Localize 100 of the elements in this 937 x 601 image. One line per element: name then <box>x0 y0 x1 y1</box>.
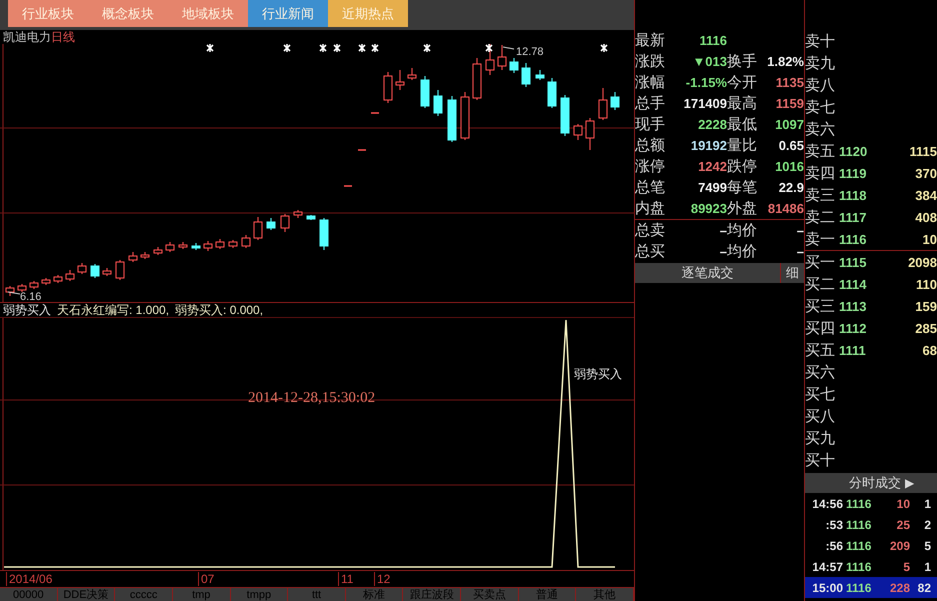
trade-count: 5 <box>923 538 931 552</box>
time-trades-header: 分时成交 <box>849 474 901 492</box>
asterisk-marker-icon <box>485 44 493 52</box>
order-volume: 10 <box>922 232 937 246</box>
candle <box>18 284 26 292</box>
candle <box>128 252 138 262</box>
date-axis-label: 12 <box>374 572 390 586</box>
timestamp-text: 2014-12-28,15:30:02 <box>248 390 376 406</box>
indicator-tab[interactable]: 00000 <box>0 588 58 601</box>
asterisk-marker-icon <box>206 44 214 52</box>
asterisk-marker-icon <box>371 44 379 52</box>
quote-value: 89923 <box>690 201 727 216</box>
quote-value: 171409 <box>682 96 727 111</box>
candle <box>434 90 442 116</box>
candle <box>42 278 50 286</box>
quote-label: 涨停 <box>635 157 666 176</box>
candle <box>166 242 174 252</box>
expand-arrow-button[interactable]: ▶ <box>905 476 914 490</box>
indicator-tab[interactable]: DDE决策 <box>58 588 116 601</box>
candle <box>242 234 250 248</box>
trade-row[interactable]: :56 1116 209 5 <box>805 535 937 556</box>
order-level-label: 买一 <box>805 252 836 272</box>
quote-label: 总买 <box>635 242 666 261</box>
quote-value: 1016 <box>774 159 804 174</box>
trade-time: 15:00 <box>811 580 843 594</box>
trade-volume: 10 <box>896 496 910 510</box>
quote-label: 最低 <box>727 115 758 134</box>
quote-value: 1.82% <box>766 54 804 69</box>
period-label: 日线 <box>51 30 75 44</box>
trade-row[interactable]: 14:56 1116 10 1 <box>805 493 937 514</box>
trade-price: 1116 <box>846 538 872 552</box>
order-volume: 1115 <box>908 144 937 158</box>
order-volume: 159 <box>914 298 937 314</box>
candle <box>586 118 594 150</box>
order-level-label: 买二 <box>805 274 836 294</box>
indicator-tab[interactable]: ttt <box>288 588 346 601</box>
quote-label: 最高 <box>727 94 758 113</box>
trade-price: 1116 <box>846 518 872 532</box>
order-level-label: 买十 <box>805 450 836 470</box>
category-tab[interactable]: 行业新闻 <box>248 0 328 27</box>
candle <box>216 238 224 250</box>
candle <box>408 68 416 80</box>
category-tab[interactable]: 概念板块 <box>88 0 168 27</box>
candle <box>192 242 200 250</box>
tick-trades-header: 逐笔成交 <box>680 264 734 282</box>
order-level-label: 卖六 <box>805 120 836 138</box>
quote-label: 换手 <box>727 52 758 71</box>
trade-volume: 209 <box>888 538 910 552</box>
quote-label: 总卖 <box>635 221 666 240</box>
asterisk-marker-icon <box>319 44 327 52</box>
quote-label: 总额 <box>635 136 666 155</box>
trade-row[interactable]: :53 1116 25 2 <box>805 514 937 535</box>
indicator-tab[interactable]: 普通 <box>518 588 576 601</box>
quote-label: 总手 <box>635 94 666 113</box>
indicator-tab[interactable]: tmpp <box>230 588 288 601</box>
asterisk-marker-icon <box>600 44 608 52</box>
trade-price: 1116 <box>846 496 872 510</box>
quote-value: 1242 <box>697 159 727 174</box>
indicator-tab[interactable]: 其他 <box>576 588 634 601</box>
indicator-tab[interactable]: ccccc <box>115 588 173 601</box>
quote-value: 81486 <box>766 201 804 216</box>
trade-count: 1 <box>923 496 931 510</box>
leader-line <box>502 46 514 50</box>
order-level-label: 卖三 <box>805 186 836 204</box>
trade-count: 82 <box>916 580 931 594</box>
order-price: 1120 <box>839 144 868 158</box>
quote-value: 22.9 <box>778 180 804 195</box>
quote-value: 2228 <box>697 117 727 132</box>
order-level-label: 卖一 <box>805 230 836 248</box>
quote-label: 最新 <box>635 31 666 50</box>
trade-row[interactable]: 15:00 1116 228 82 <box>805 577 937 598</box>
quote-label: 涨跌 <box>635 52 666 71</box>
category-tab[interactable]: 近期热点 <box>328 0 408 27</box>
indicator-tab[interactable]: 买卖点 <box>461 588 519 601</box>
quote-label: 涨幅 <box>635 73 666 92</box>
order-price: 1116 <box>839 232 868 246</box>
quote-value: 1135 <box>774 75 804 90</box>
trade-row[interactable]: 14:57 1116 5 1 <box>805 556 937 577</box>
candle <box>102 268 112 276</box>
category-tab[interactable]: 地域板块 <box>168 0 248 27</box>
candle <box>448 96 456 142</box>
asterisk-marker-icon <box>333 44 341 52</box>
quote-value: – <box>718 244 727 259</box>
candle <box>498 44 506 70</box>
quote-label: 今开 <box>727 73 758 92</box>
order-price: 1113 <box>839 298 868 314</box>
indicator-tab[interactable]: tmp <box>172 588 231 601</box>
order-price: 1114 <box>839 276 868 292</box>
indicator-tab[interactable]: 标准 <box>346 588 404 601</box>
order-volume: 285 <box>914 320 937 336</box>
trade-count: 1 <box>923 560 931 574</box>
asterisk-marker-icon <box>283 44 291 52</box>
order-level-label: 卖十 <box>805 32 836 50</box>
trade-volume: 5 <box>902 560 910 574</box>
quote-value: 1097 <box>774 117 804 132</box>
indicator-tab[interactable]: 跟庄波段 <box>403 588 462 601</box>
candle <box>228 240 238 248</box>
category-tab[interactable]: 行业板块 <box>8 0 88 27</box>
candle <box>54 274 62 284</box>
order-volume: 370 <box>914 166 937 180</box>
